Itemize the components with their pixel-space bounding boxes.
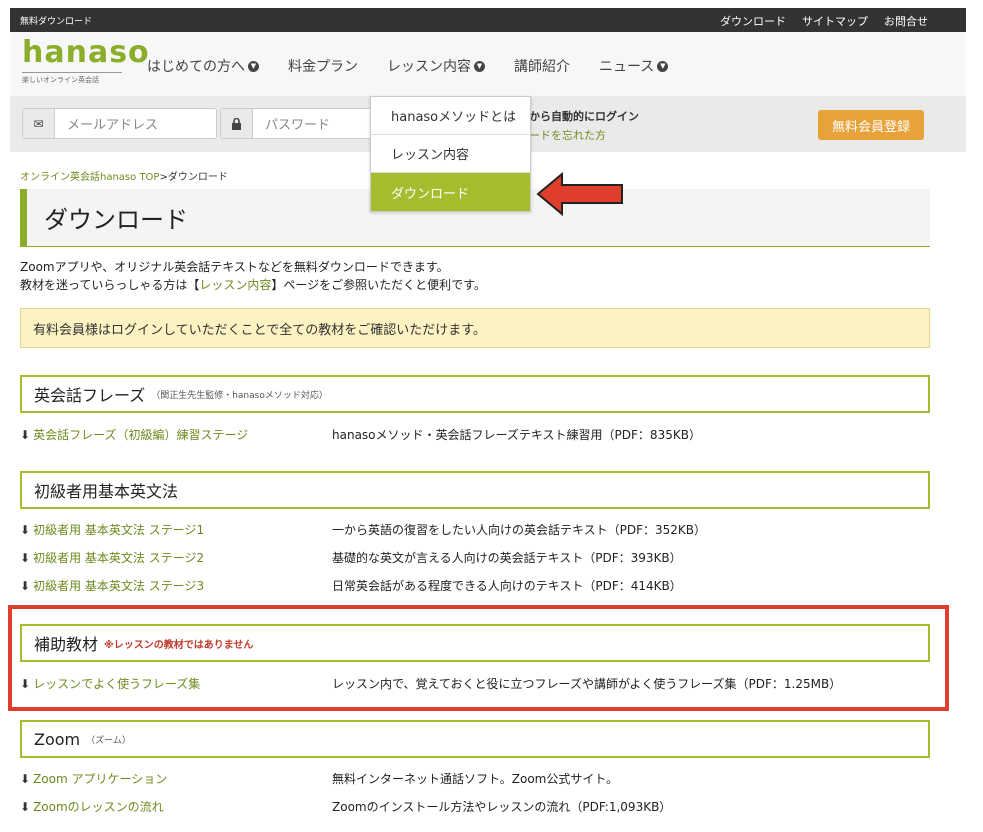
dropdown-item-lessons[interactable]: レッスン内容 (371, 135, 530, 173)
logo-word: hanaso (22, 35, 150, 70)
topbar-link-contact[interactable]: お問合せ (884, 13, 928, 29)
download-link[interactable]: ⬇ 初級者用 基本英文法 ステージ1 (20, 521, 204, 538)
download-link[interactable]: ⬇ 初級者用 基本英文法 ステージ3 (20, 577, 204, 594)
download-link[interactable]: ⬇ Zoomのレッスンの流れ (20, 798, 164, 815)
top-bar: 無料ダウンロード ダウンロード サイトマップ お問合せ (10, 8, 966, 32)
logo-tagline: 楽しいオンライン英会話 (22, 72, 122, 85)
email-field[interactable]: ✉ メールアドレス (22, 108, 217, 139)
intro-text: Zoomアプリや、オリジナル英会話テキストなどを無料ダウンロードできます。 教材… (20, 260, 486, 292)
section-header-zoom: Zoom （ズーム） (20, 720, 930, 758)
section-header-grammar: 初級者用基本英文法 (20, 471, 930, 509)
site-logo[interactable]: hanaso 楽しいオンライン英会話 (22, 35, 150, 85)
list-item: ⬇ Zoomのレッスンの流れ Zoomのインストール方法やレッスンの流れ（PDF:… (20, 798, 672, 815)
download-link[interactable]: ⬇ 初級者用 基本英文法 ステージ2 (20, 549, 204, 566)
chevron-down-icon: ▼ (657, 60, 669, 72)
member-notice: 有料会員様はログインしていただくことで全ての教材をご確認いただけます。 (20, 308, 930, 348)
section-header-phrases: 英会話フレーズ （関正生先生監修・hanasoメソッド対応） (20, 375, 930, 413)
download-icon: ⬇ (20, 677, 31, 691)
main-nav: はじめての方へ ▼ 料金プラン レッスン内容 ▼ 講師紹介 ニュース ▼ (147, 56, 697, 76)
list-item: ⬇ 初級者用 基本英文法 ステージ1 一から英語の復習をしたい人向けの英会話テキス… (20, 521, 707, 538)
lock-icon (221, 109, 253, 138)
breadcrumb-home-link[interactable]: オンライン英会話hanaso TOP (20, 172, 159, 183)
download-icon: ⬇ (20, 772, 31, 786)
download-link[interactable]: ⬇ Zoom アプリケーション (20, 770, 167, 787)
list-item: ⬇ 英会話フレーズ（初級編）練習ステージ hanasoメソッド・英会話フレーズテキ… (20, 426, 701, 443)
list-item: ⬇ 初級者用 基本英文法 ステージ2 基礎的な英文が言える人向けの英会話テキスト（… (20, 549, 682, 566)
download-link[interactable]: ⬇ レッスンでよく使うフレーズ集 (20, 675, 200, 692)
section-header-supplementary: 補助教材 ※レッスンの教材ではありません (20, 624, 930, 662)
chevron-down-icon: ▼ (474, 60, 485, 72)
dropdown-item-method[interactable]: hanasoメソッドとは (371, 97, 530, 135)
annotation-arrow (536, 171, 623, 217)
auto-login-checkbox-label[interactable]: 回から自動的にログイン (518, 108, 639, 124)
list-item: ⬇ 初級者用 基本英文法 ステージ3 日常英会話がある程度できる人向けのテキスト（… (20, 577, 682, 594)
download-icon: ⬇ (20, 523, 31, 537)
register-button[interactable]: 無料会員登録 (818, 110, 924, 140)
topbar-label: 無料ダウンロード (20, 17, 93, 27)
download-icon: ⬇ (20, 551, 31, 565)
list-item: ⬇ Zoom アプリケーション 無料インターネット通話ソフト。Zoom公式サイト。 (20, 770, 619, 787)
email-placeholder: メールアドレス (67, 118, 159, 133)
download-icon: ⬇ (20, 800, 31, 814)
forgot-password-link[interactable]: ワードを忘れた方 (518, 127, 606, 143)
lesson-content-link[interactable]: レッスン内容 (199, 278, 271, 292)
password-placeholder: パスワード (265, 118, 331, 133)
topbar-link-sitemap[interactable]: サイトマップ (802, 13, 868, 29)
nav-item-teachers[interactable]: 講師紹介 (514, 56, 570, 76)
lesson-dropdown-menu: hanasoメソッドとは レッスン内容 ダウンロード (370, 96, 531, 212)
topbar-links: ダウンロード サイトマップ お問合せ (720, 13, 928, 29)
breadcrumb: オンライン英会話hanaso TOP>ダウンロード (20, 172, 228, 183)
mail-icon: ✉ (23, 109, 55, 138)
nav-item-pricing[interactable]: 料金プラン (288, 56, 358, 76)
password-field[interactable]: パスワード (220, 108, 380, 139)
nav-item-beginners[interactable]: はじめての方へ ▼ (147, 56, 259, 76)
chevron-down-icon: ▼ (248, 60, 259, 72)
site-header: hanaso 楽しいオンライン英会話 はじめての方へ ▼ 料金プラン レッスン内容… (10, 32, 966, 96)
download-icon: ⬇ (20, 579, 31, 593)
list-item: ⬇ レッスンでよく使うフレーズ集 レッスン内で、覚えておくと役に立つフレーズや講師… (20, 675, 842, 692)
download-icon: ⬇ (20, 428, 31, 442)
breadcrumb-current: ダウンロード (167, 172, 228, 183)
nav-item-news[interactable]: ニュース ▼ (599, 56, 669, 76)
download-link[interactable]: ⬇ 英会話フレーズ（初級編）練習ステージ (20, 426, 248, 443)
nav-item-lessons[interactable]: レッスン内容 ▼ (387, 56, 485, 76)
topbar-link-download[interactable]: ダウンロード (720, 13, 786, 29)
dropdown-item-download[interactable]: ダウンロード (371, 173, 530, 211)
